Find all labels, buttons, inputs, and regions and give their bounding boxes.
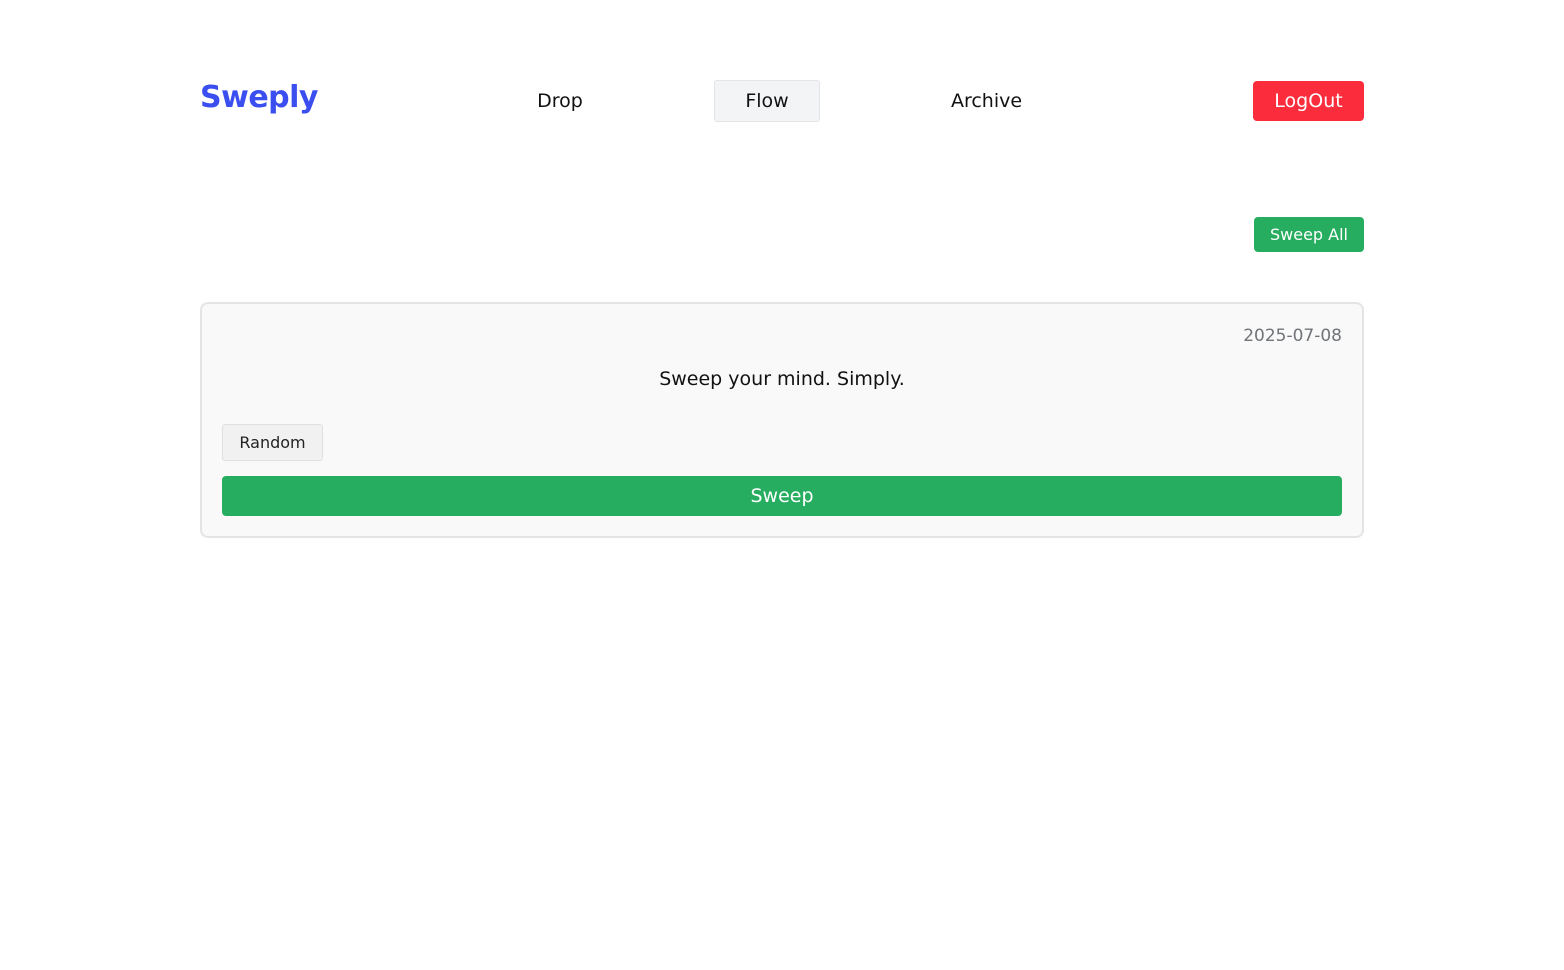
nav-item-drop[interactable]: Drop (505, 80, 615, 122)
nav-item-flow[interactable]: Flow (714, 80, 820, 122)
nav-item-archive[interactable]: Archive (930, 80, 1043, 122)
card-text: Sweep your mind. Simply. (659, 368, 905, 390)
tag-random[interactable]: Random (222, 424, 323, 461)
brand-logo[interactable]: Sweply (200, 80, 318, 115)
thought-card: 2025-07-08 Sweep your mind. Simply. Rand… (200, 302, 1364, 538)
app-page: Sweply Drop Flow Archive LogOut Sweep Al… (0, 0, 1564, 970)
sweep-button[interactable]: Sweep (222, 476, 1342, 516)
sweep-all-button[interactable]: Sweep All (1254, 217, 1364, 252)
card-date: 2025-07-08 (1243, 326, 1342, 346)
logout-button[interactable]: LogOut (1253, 81, 1364, 121)
